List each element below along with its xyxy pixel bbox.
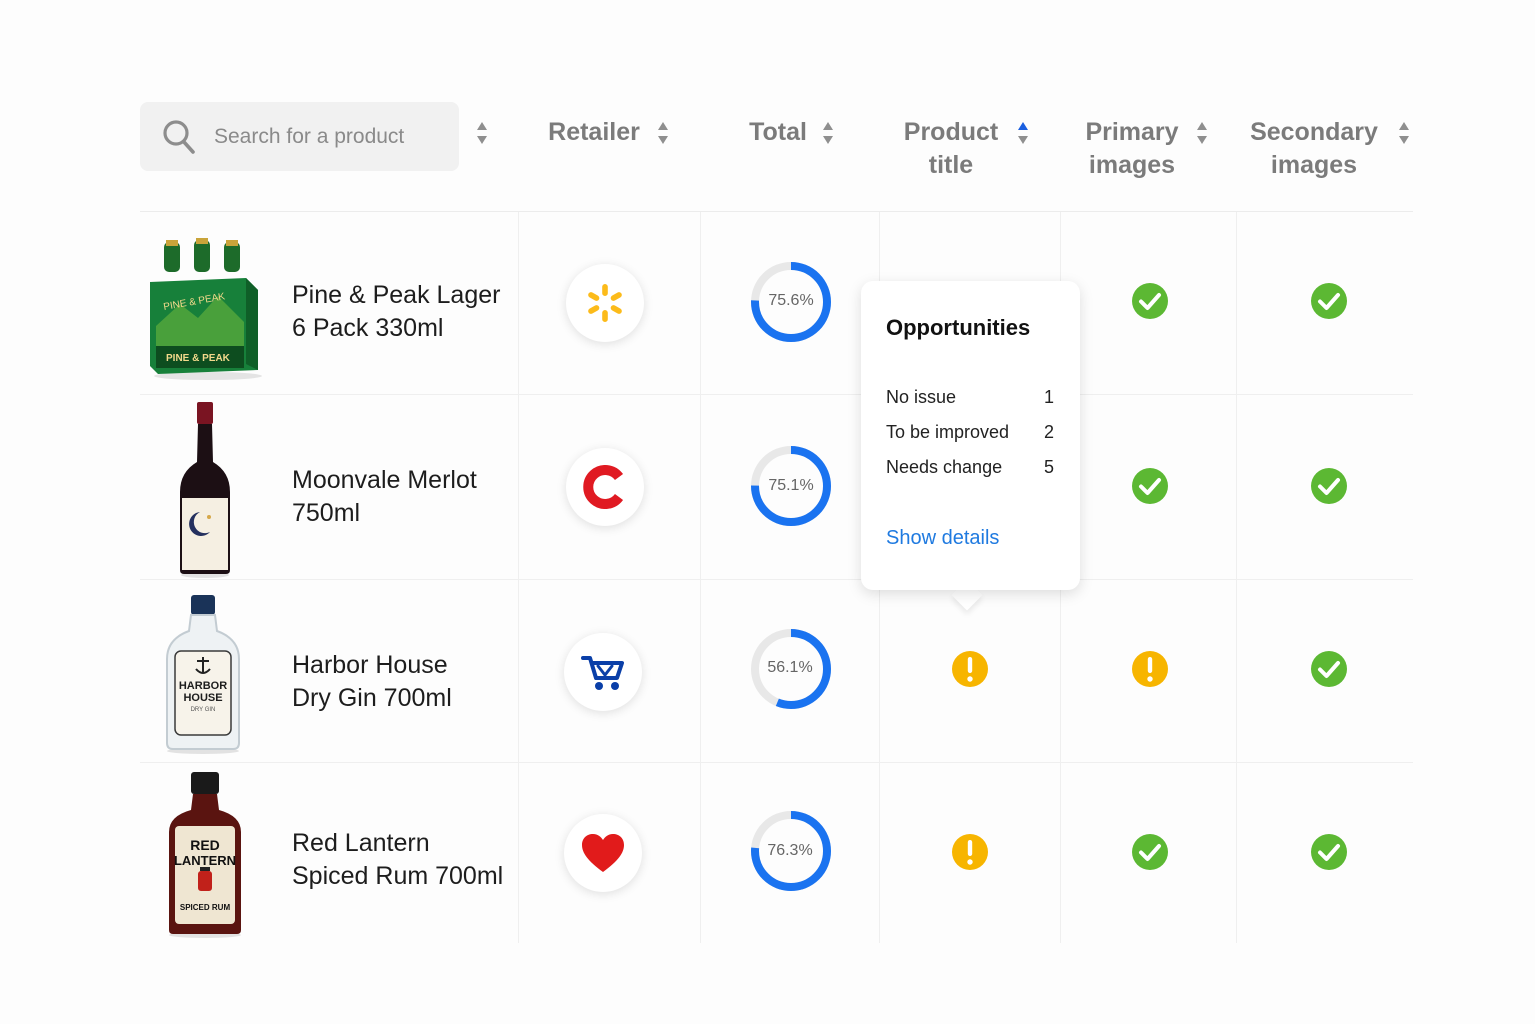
header-divider [140,211,1413,212]
warning-icon [1132,651,1168,687]
retailer-badge[interactable] [564,814,642,892]
heart-icon [582,834,624,872]
rum-label-line1: RED [190,837,220,853]
product-name: Harbor House Dry Gin 700ml [292,649,452,715]
check-icon [1311,651,1347,687]
col-primary-images[interactable]: Primary images [1076,116,1188,182]
total-percentage: 75.1% [768,477,814,494]
product-name-line1: Moonvale Merlot [292,466,477,494]
col-secondary-images[interactable]: Secondary images [1243,116,1385,182]
check-icon [1132,834,1168,870]
sort-product-title-icon[interactable] [1017,121,1029,145]
opportunity-row: No issue 1 [886,387,1054,408]
sort-retailer-icon[interactable] [657,121,669,145]
beer-six-pack-image: PINE & PEAK PINE & PEAK [150,238,262,380]
walmart-spark-icon [588,284,622,322]
product-name: Red Lantern Spiced Rum 700ml [292,827,503,893]
total-percentage: 76.3% [767,842,813,859]
row-divider [140,394,1413,395]
product-name-line1: Pine & Peak Lager [292,281,501,309]
sort-total-icon[interactable] [822,121,834,145]
product-name-line1: Red Lantern [292,829,430,857]
search-box[interactable] [140,102,459,171]
gin-bottle-image: HARBOR HOUSE DRY GIN [166,595,240,754]
row-divider [140,579,1413,580]
retailer-badge[interactable] [564,633,642,711]
opportunity-count: 1 [1043,387,1054,407]
opportunity-label: To be improved [886,422,1010,442]
column-divider [518,212,519,943]
wine-bottle-image [180,402,230,578]
opportunity-count: 5 [1043,457,1054,477]
rum-label-line3: SPICED RUM [180,903,231,912]
gin-label-line2: HOUSE [183,692,222,704]
sort-secondary-images-icon[interactable] [1398,121,1410,145]
product-name: Moonvale Merlot 750ml [292,464,477,530]
col-secondary-images-line2: images [1270,151,1358,179]
warning-icon [952,834,988,870]
search-icon [163,119,195,154]
rum-bottle-image: RED LANTERN SPICED RUM [169,772,241,938]
check-icon [1132,468,1168,504]
sort-primary-images-icon[interactable] [1196,121,1208,145]
product-name-line2: Spiced Rum 700ml [292,862,504,890]
opportunities-popover: Opportunities No issue 1 To be improved … [861,281,1080,590]
pack-label-bottom: PINE & PEAK [166,353,231,364]
product-name-line2: 6 Pack 330ml [292,314,444,342]
col-product-title-line1: Product [903,118,999,146]
col-primary-images-line1: Primary [1085,118,1179,146]
coles-c-icon [583,465,624,509]
row-divider [140,762,1413,763]
check-icon [1132,283,1168,319]
search-input[interactable] [214,124,444,149]
product-name: Pine & Peak Lager 6 Pack 330ml [292,279,500,345]
check-icon [1311,834,1347,870]
shopping-cart-icon [581,656,624,690]
col-product-title-line2: title [928,151,974,179]
opportunity-label: Needs change [886,457,1003,477]
product-name-line2: 750ml [292,499,361,527]
col-product-title[interactable]: Product title [895,116,1007,182]
gin-label-line3: DRY GIN [191,707,216,713]
column-divider [700,212,701,943]
opportunity-row: Needs change 5 [886,457,1054,478]
warning-icon [952,651,988,687]
sort-search-icon[interactable] [476,121,488,145]
col-primary-images-line2: images [1088,151,1176,179]
rum-label-line2: LANTERN [174,853,236,868]
product-name-line1: Harbor House [292,651,448,679]
total-percentage: 56.1% [767,659,813,676]
col-retailer[interactable]: Retailer [538,116,650,149]
opportunity-label: No issue [886,387,957,407]
gin-label-line1: HARBOR [179,680,227,692]
check-icon [1311,468,1347,504]
retailer-badge[interactable] [566,448,644,526]
col-total[interactable]: Total [740,116,816,149]
column-divider [1236,212,1237,943]
col-secondary-images-line1: Secondary [1250,118,1378,146]
popover-title: Opportunities [886,315,1031,340]
show-details-link[interactable]: Show details [886,527,999,550]
opportunity-count: 2 [1043,422,1054,442]
retailer-badge[interactable] [566,264,644,342]
product-name-line2: Dry Gin 700ml [292,684,452,712]
check-icon [1311,283,1347,319]
opportunity-row: To be improved 2 [886,422,1054,443]
total-percentage: 75.6% [768,292,814,309]
